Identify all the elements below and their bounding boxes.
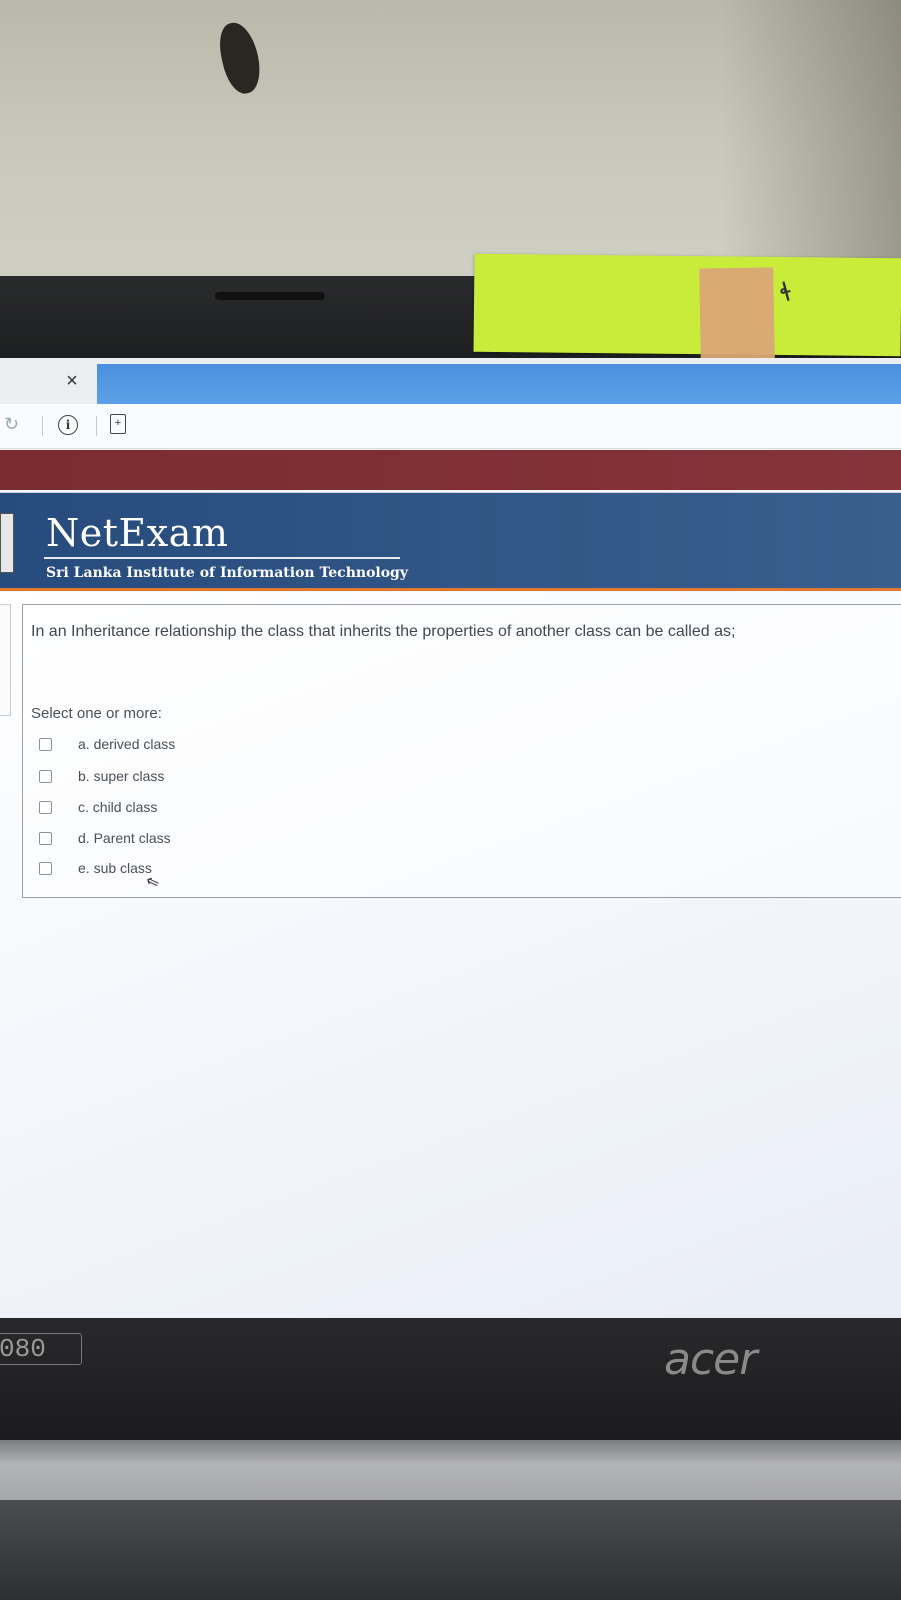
main-content: In an Inheritance relationship the class… xyxy=(0,592,901,1318)
sticky-note xyxy=(473,253,901,357)
monitor-bottom-bezel: 080 acer xyxy=(0,1318,901,1440)
checkbox-icon[interactable] xyxy=(39,800,52,814)
institute-logo xyxy=(0,513,14,573)
laptop-hinge xyxy=(0,1440,901,1500)
answer-option-a[interactable]: a. derived class xyxy=(39,733,175,755)
answer-option-e[interactable]: e. sub class xyxy=(39,857,152,879)
site-header: NetExam Sri Lanka Institute of Informati… xyxy=(0,492,901,589)
webcam xyxy=(215,292,325,300)
answer-instruction: Select one or more: xyxy=(31,705,162,722)
question-info-panel xyxy=(0,604,11,716)
info-icon[interactable]: i xyxy=(58,415,78,435)
wall-shadow xyxy=(721,0,901,290)
answer-option-d[interactable]: d. Parent class xyxy=(39,827,171,849)
question-text: In an Inheritance relationship the class… xyxy=(31,623,736,640)
divider xyxy=(96,416,97,436)
page-icon[interactable]: + xyxy=(110,414,126,434)
question-card: In an Inheritance relationship the class… xyxy=(22,604,901,898)
option-label: b. super class xyxy=(78,768,165,784)
checkbox-icon[interactable] xyxy=(39,831,52,845)
address-bar: ↻ i + xyxy=(0,404,901,449)
divider xyxy=(42,416,43,436)
laptop-deck xyxy=(0,1500,901,1600)
answer-option-b[interactable]: b. super class xyxy=(39,765,164,787)
top-banner-bar xyxy=(0,450,901,490)
screen: × ↻ i + NetExam Sri Lanka Institute of I… xyxy=(0,358,901,1318)
option-label: d. Parent class xyxy=(78,830,171,846)
checkbox-icon[interactable] xyxy=(39,861,52,875)
resolution-badge: 080 xyxy=(0,1333,82,1365)
checkbox-icon[interactable] xyxy=(39,737,52,751)
answer-option-c[interactable]: c. child class xyxy=(39,796,157,818)
tape-strip xyxy=(699,267,775,361)
browser-tab-strip: × xyxy=(0,358,901,404)
header-divider xyxy=(0,588,901,591)
option-label: a. derived class xyxy=(78,736,176,752)
option-label: e. sub class xyxy=(78,860,152,876)
reload-icon[interactable]: ↻ xyxy=(4,414,19,435)
title-underline xyxy=(44,557,400,559)
site-subtitle: Sri Lanka Institute of Information Techn… xyxy=(46,565,408,581)
close-icon[interactable]: × xyxy=(62,366,82,396)
site-title: NetExam xyxy=(46,511,229,555)
browser-tab-active[interactable] xyxy=(97,364,901,404)
option-label: c. child class xyxy=(78,799,158,815)
checkbox-icon[interactable] xyxy=(39,769,52,783)
brand-logo: acer xyxy=(664,1334,757,1385)
